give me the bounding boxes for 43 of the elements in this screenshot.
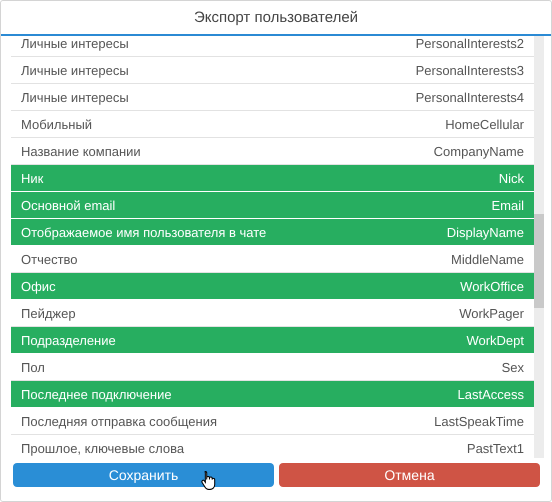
field-label: Личные интересы: [21, 36, 129, 50]
field-label: Пейджер: [21, 306, 76, 320]
field-key: PersonalInterests3: [416, 62, 524, 78]
field-key: Nick: [498, 170, 524, 186]
field-label: Отображаемое имя пользователя в чате: [21, 224, 266, 240]
field-key: PastText1: [466, 440, 524, 456]
field-key: Email: [491, 198, 524, 212]
field-key: WorkDept: [466, 332, 524, 348]
cancel-button[interactable]: Отмена: [279, 463, 540, 487]
field-label: Подразделение: [21, 332, 116, 348]
field-label: Офис: [21, 278, 56, 294]
field-row[interactable]: Личные интересы PersonalInterests3: [11, 57, 534, 84]
save-button[interactable]: Сохранить: [13, 463, 274, 487]
field-key: WorkPager: [459, 306, 524, 320]
field-label: Пол: [21, 360, 45, 374]
field-key: PersonalInterests2: [416, 36, 524, 50]
field-label: Мобильный: [21, 116, 92, 132]
field-label: Прошлое, ключевые слова: [21, 440, 184, 456]
field-key: MiddleName: [451, 252, 524, 266]
field-label: Название компании: [21, 144, 141, 158]
field-key: PersonalInterests4: [416, 90, 524, 104]
field-label: Последняя отправка сообщения: [21, 414, 217, 428]
field-label: Основной email: [21, 198, 116, 212]
field-key: WorkOffice: [460, 278, 524, 294]
field-label: Личные интересы: [21, 62, 129, 78]
field-row[interactable]: Последняя отправка сообщения LastSpeakTime: [11, 408, 534, 435]
field-key: Sex: [502, 360, 524, 374]
field-key: LastAccess: [458, 386, 524, 402]
field-label: Ник: [21, 170, 44, 186]
field-row[interactable]: Личные интересы PersonalInterests4: [11, 84, 534, 111]
field-label: Отчество: [21, 252, 78, 266]
scrollbar[interactable]: [534, 36, 544, 458]
field-key: HomeCellular: [445, 116, 524, 132]
field-row[interactable]: Личные интересы PersonalInterests2: [11, 36, 534, 57]
field-key: DisplayName: [446, 224, 524, 240]
field-key: CompanyName: [434, 144, 524, 158]
hand-cursor-icon: [200, 470, 217, 491]
scrollbar-thumb[interactable]: [534, 214, 544, 308]
field-label: Последнее подключение: [21, 386, 172, 402]
dialog-title: Экспорт пользователей: [194, 9, 358, 26]
field-key: LastSpeakTime: [434, 414, 524, 428]
field-row[interactable]: Мобильный HomeCellular: [11, 111, 534, 138]
field-label: Личные интересы: [21, 90, 129, 104]
